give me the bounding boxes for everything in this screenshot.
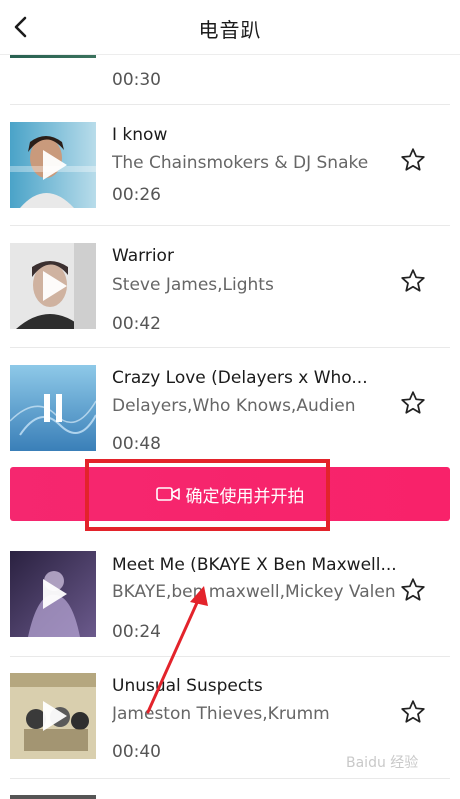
song-row[interactable]: Meet Me (BKAYE X Ben Maxwell... BKAYE,be… bbox=[0, 531, 460, 656]
song-cover[interactable] bbox=[10, 122, 96, 208]
song-title: Meet Me (BKAYE X Ben Maxwell... bbox=[112, 555, 397, 575]
song-artist: The Chainsmokers & DJ Snake bbox=[112, 153, 369, 173]
play-icon bbox=[43, 271, 67, 301]
song-row[interactable]: Warrior Steve James,Lights 00:42 bbox=[0, 225, 460, 347]
song-cover[interactable] bbox=[10, 243, 96, 329]
song-duration: 00:48 bbox=[112, 434, 161, 454]
song-row[interactable]: I know The Chainsmokers & DJ Snake 00:26 bbox=[0, 104, 460, 225]
top-bar: 电音趴 bbox=[0, 0, 460, 55]
song-cover[interactable] bbox=[10, 795, 96, 799]
song-cover[interactable] bbox=[10, 551, 96, 637]
song-row[interactable]: Crazy Love (Delayers x Who... Delayers,W… bbox=[0, 347, 460, 467]
song-row[interactable] bbox=[0, 778, 460, 799]
play-icon bbox=[43, 701, 67, 731]
song-artist: BKAYE,ben maxwell,Mickey Valen bbox=[112, 582, 396, 602]
song-artist: Jameston Thieves,Krumm bbox=[112, 704, 330, 724]
song-cover[interactable] bbox=[10, 673, 96, 759]
favorite-star-icon[interactable] bbox=[400, 577, 426, 603]
annotation-highlight-box bbox=[85, 459, 330, 531]
song-duration: 00:30 bbox=[112, 70, 161, 90]
favorite-star-icon[interactable] bbox=[400, 390, 426, 416]
play-icon bbox=[43, 579, 67, 609]
pause-icon bbox=[44, 394, 62, 422]
song-list: 00:30 I know The Chainsmokers & DJ Snake… bbox=[0, 0, 460, 799]
song-title: I know bbox=[112, 125, 168, 145]
play-icon bbox=[43, 150, 67, 180]
song-duration: 00:24 bbox=[112, 622, 161, 642]
song-duration: 00:42 bbox=[112, 314, 161, 334]
favorite-star-icon[interactable] bbox=[400, 268, 426, 294]
song-cover[interactable] bbox=[10, 365, 96, 451]
song-title: Warrior bbox=[112, 246, 174, 266]
song-title: Unusual Suspects bbox=[112, 676, 263, 696]
song-artist: Steve James,Lights bbox=[112, 275, 274, 295]
song-duration: 00:26 bbox=[112, 185, 161, 205]
song-artist: Delayers,Who Knows,Audien bbox=[112, 396, 356, 416]
song-title: Crazy Love (Delayers x Who... bbox=[112, 368, 368, 388]
favorite-star-icon[interactable] bbox=[400, 699, 426, 725]
watermark: Baidu 经验 bbox=[346, 755, 419, 771]
song-duration: 00:40 bbox=[112, 742, 161, 762]
page-title: 电音趴 bbox=[198, 18, 262, 42]
favorite-star-icon[interactable] bbox=[400, 147, 426, 173]
